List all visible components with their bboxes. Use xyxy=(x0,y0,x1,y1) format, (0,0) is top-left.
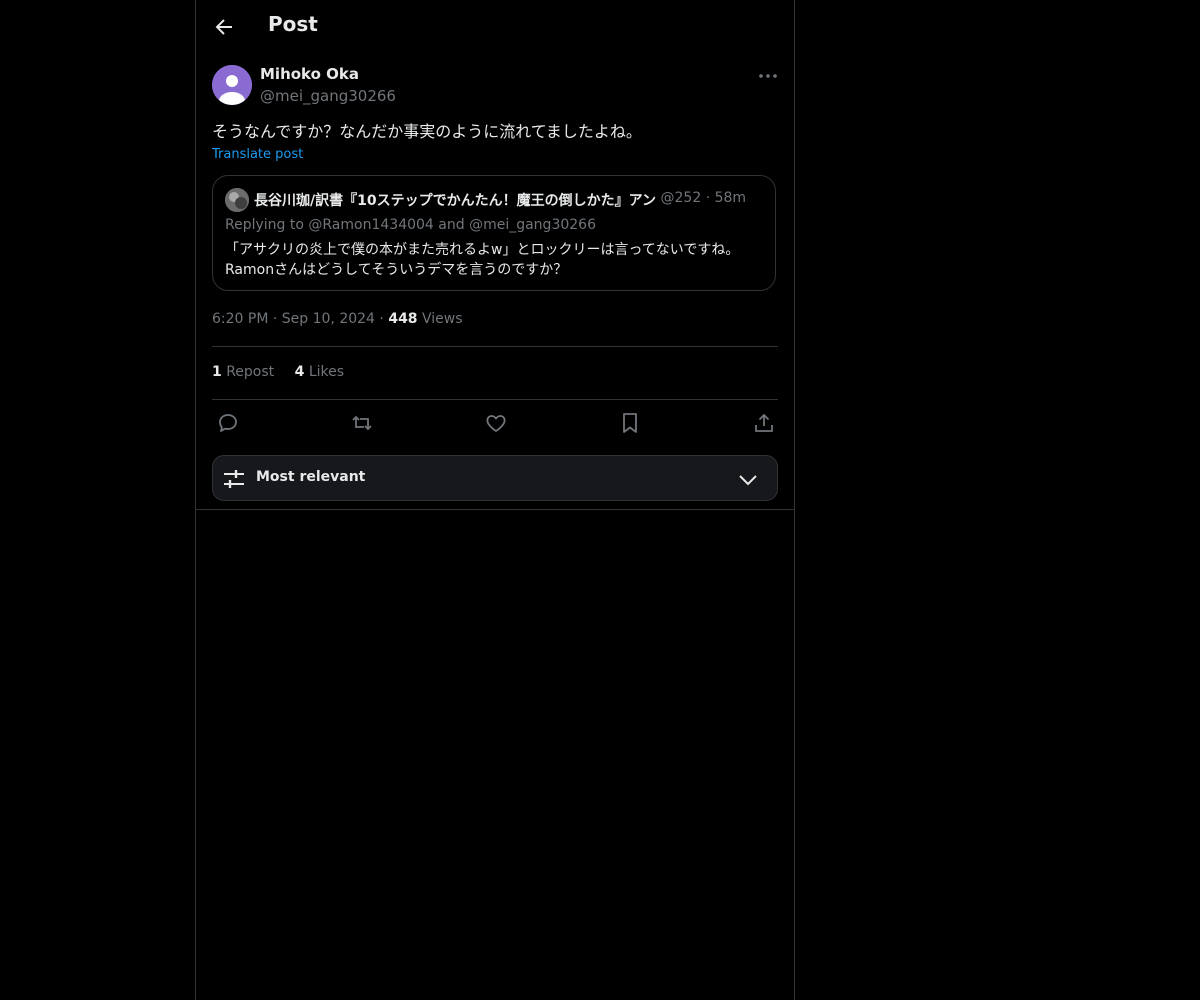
like-icon xyxy=(486,415,506,432)
quoted-post-time: 58m xyxy=(714,190,747,206)
post-meta: 6:20 PM · Sep 10, 2024 · 448 Views xyxy=(212,311,463,327)
avatar[interactable] xyxy=(212,65,252,105)
quoted-author-handle: @252 xyxy=(660,190,702,206)
bookmark-button[interactable] xyxy=(618,411,642,435)
reply-icon xyxy=(219,414,237,432)
reposts-count: 1 xyxy=(212,364,222,380)
reply-sort-dropdown[interactable]: Most relevant xyxy=(212,455,778,501)
main-column: Post Mihoko Oka @mei_gang30266 そうなんですか？な… xyxy=(195,0,795,1000)
sort-label: Most relevant xyxy=(256,469,366,485)
views-count: 448 xyxy=(388,311,418,327)
like-button[interactable] xyxy=(484,411,508,435)
separator-dot: · xyxy=(705,190,711,206)
photo-avatar-icon xyxy=(225,188,249,212)
post-text: そうなんですか？なんだか事実のように流れてましたよね。 xyxy=(212,122,642,141)
quoted-post-text: 「アサクリの炎上で僕の本がまた売れるよw」とロックリーは言ってないですね。Ram… xyxy=(225,242,740,278)
quoted-author-avatar xyxy=(225,188,249,212)
reposts-label: Repost xyxy=(226,364,275,380)
divider xyxy=(212,346,778,347)
separator-dot: · xyxy=(272,311,278,327)
reply-and: and xyxy=(438,217,465,233)
views-label: Views xyxy=(422,311,463,327)
default-avatar-icon xyxy=(212,65,252,105)
reply-button[interactable] xyxy=(216,411,240,435)
arrow-left-icon xyxy=(215,19,232,35)
page-title: Post xyxy=(268,12,318,36)
chevron-down-icon xyxy=(737,469,759,491)
post-date[interactable]: Sep 10, 2024 xyxy=(282,311,375,327)
replying-prefix: Replying to xyxy=(225,217,304,233)
translate-post-link[interactable]: Translate post xyxy=(212,147,303,162)
quoted-post[interactable]: 長谷川珈/訳書『10ステップでかんたん！魔王の倒しかた』アン @252 · 58… xyxy=(212,175,776,291)
reposts-stat[interactable]: 1 Repost xyxy=(212,364,274,380)
repost-icon xyxy=(352,415,372,431)
reply-mention: @Ramon1434004 xyxy=(308,217,434,233)
top-bar: Post xyxy=(196,0,794,53)
likes-label: Likes xyxy=(308,364,345,380)
sliders-icon xyxy=(223,468,245,490)
author-name[interactable]: Mihoko Oka xyxy=(260,65,359,83)
likes-stat[interactable]: 4 Likes xyxy=(295,364,344,380)
more-options-button[interactable] xyxy=(756,66,780,86)
post-stats: 1 Repost 4 Likes xyxy=(212,364,360,380)
quoted-post-header: 長谷川珈/訳書『10ステップでかんたん！魔王の倒しかた』アン @252 · 58… xyxy=(254,190,765,210)
reply-mention: @mei_gang30266 xyxy=(469,217,596,233)
quoted-author-name: 長谷川珈/訳書『10ステップでかんたん！魔王の倒しかた』アン xyxy=(254,193,657,209)
divider xyxy=(196,509,794,510)
divider xyxy=(212,399,778,400)
author-handle[interactable]: @mei_gang30266 xyxy=(260,87,396,105)
likes-count: 4 xyxy=(294,364,305,380)
quoted-replying-to: Replying to @Ramon1434004 and @mei_gang3… xyxy=(225,217,596,233)
separator-dot: · xyxy=(379,311,384,327)
repost-button[interactable] xyxy=(350,411,374,435)
back-button[interactable] xyxy=(212,15,236,39)
bookmark-icon xyxy=(623,413,637,433)
more-horizontal-icon xyxy=(759,74,777,78)
share-icon xyxy=(755,413,773,432)
post-time[interactable]: 6:20 PM xyxy=(212,311,268,327)
share-button[interactable] xyxy=(752,411,776,435)
